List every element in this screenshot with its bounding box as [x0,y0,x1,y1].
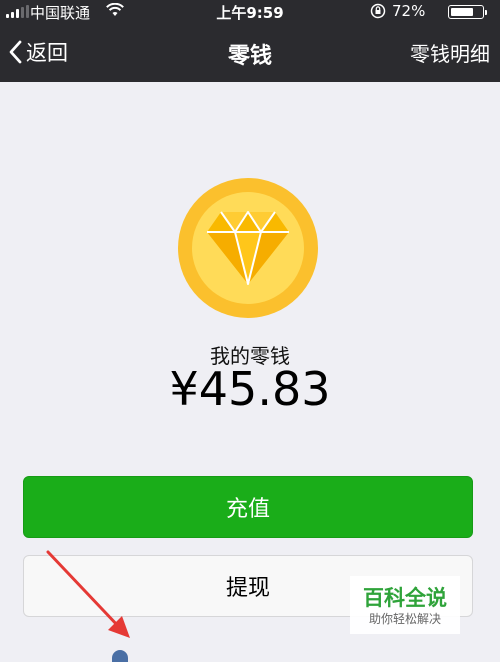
balance-amount: ¥45.83 [169,362,331,416]
change-details-link[interactable]: 零钱明细 [410,38,490,67]
diamond-icon [207,211,289,285]
watermark-title: 百科全说 [363,586,447,610]
rotation-lock-icon [370,3,386,19]
watermark-logo: 百科全说 助你轻松解决 [350,576,460,634]
status-bar: 中国联通 上午9:59 72% [0,0,500,24]
battery-percent: 72% [392,2,426,20]
watermark-subtitle: 助你轻松解决 [368,612,441,626]
recharge-button[interactable]: 充值 [23,476,473,538]
battery-icon [448,5,487,19]
diamond-coin-icon [178,178,318,318]
partial-icon [112,650,128,662]
top-header: 中国联通 上午9:59 72% 返回 零钱 零钱明细 [0,0,500,82]
navigation-bar: 返回 零钱 零钱明细 [0,24,500,82]
